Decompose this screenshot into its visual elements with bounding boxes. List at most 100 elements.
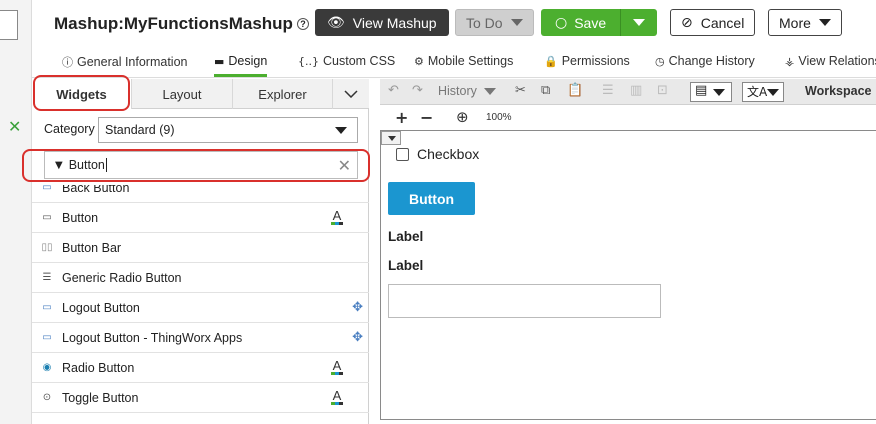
info-icon: ⓘ — [62, 56, 73, 69]
radio-icon: ◉ — [42, 362, 52, 373]
layout-view-dropdown[interactable]: ▤ — [690, 82, 732, 102]
distribute-horizontal-icon[interactable]: ▥ — [630, 83, 642, 98]
checkbox-icon — [396, 147, 409, 161]
list-item[interactable]: ▭ Logout Button - ThingWorx Apps ✥ — [32, 323, 369, 353]
collapsed-panel-stub[interactable] — [0, 10, 18, 40]
button-icon: ▭ — [42, 185, 52, 193]
title-prefix: Mashup: — [54, 14, 124, 33]
distribute-vertical-icon[interactable]: ☰ — [602, 83, 614, 98]
canvas-text-field[interactable] — [388, 284, 661, 318]
list-item[interactable]: ▭ Logout Button ✥ — [32, 293, 369, 323]
list-item[interactable]: ▭ Button A — [32, 203, 369, 233]
paste-icon[interactable]: 📋 — [567, 83, 583, 98]
tab-view-relations[interactable]: ⚶ View Relations — [785, 54, 876, 68]
canvas-label-1[interactable]: Label — [388, 229, 423, 244]
center-icon[interactable]: ⊡ — [657, 83, 668, 98]
localizable-icon: A — [331, 358, 343, 375]
eye-icon: 👁 — [327, 14, 345, 31]
help-circle-icon[interactable]: ? — [296, 18, 309, 30]
button-icon: ▭ — [42, 302, 52, 313]
category-label: Category — [44, 122, 95, 136]
list-icon: ☰ — [42, 272, 52, 283]
title-bar: Mashup: MyFunctionsMashup ? 👁 View Mashup… — [32, 0, 876, 46]
cut-icon[interactable]: ✂ — [515, 83, 526, 98]
design-toolbar: ↶ ↷ History ✂ ⧉ 📋 ☰ ▥ ⊡ ▤ 文A Workspace — [380, 79, 876, 105]
chevron-down-icon — [335, 127, 347, 134]
tab-permissions[interactable]: 🔒 Permissions — [544, 54, 630, 68]
translate-icon: 文A — [747, 85, 768, 99]
chevron-down-icon — [510, 19, 523, 26]
widget-list: ▭ Back Button ▭ Button A ▯▯ Button Bar ☰… — [32, 185, 369, 424]
tab-change-history[interactable]: ◷ Change History — [655, 54, 755, 68]
tab-general-information[interactable]: ⓘ General Information — [62, 54, 187, 70]
cursor-button-icon: ▭ — [42, 212, 52, 223]
category-select[interactable]: Standard (9) — [98, 117, 358, 143]
history-dropdown[interactable]: History — [438, 84, 497, 98]
tab-explorer[interactable]: Explorer — [233, 79, 333, 109]
left-gutter: ✕ — [0, 0, 32, 424]
mashup-name: MyFunctionsMashup — [123, 14, 293, 33]
relations-icon: ⚶ — [785, 54, 795, 68]
todo-dropdown[interactable]: To Do — [455, 9, 534, 36]
zoom-out-icon[interactable]: − — [420, 108, 433, 127]
redo-icon[interactable]: ↷ — [412, 83, 423, 98]
circle-icon: ○ — [555, 14, 568, 31]
panel-collapse-chevron-icon[interactable] — [333, 79, 369, 109]
tab-layout[interactable]: Layout — [132, 79, 233, 109]
highlight-filter — [22, 149, 370, 182]
canvas-checkbox[interactable]: Checkbox — [396, 146, 479, 162]
gear-icon: ⚙ — [414, 54, 424, 68]
localizable-icon: A — [331, 208, 343, 225]
mashup-canvas[interactable]: Checkbox Button Label Label — [380, 130, 876, 420]
cancel-circle-icon: ⊘ — [681, 14, 693, 31]
undo-icon[interactable]: ↶ — [388, 83, 399, 98]
canvas-button[interactable]: Button — [388, 182, 475, 215]
cancel-label: Cancel — [700, 14, 745, 31]
zoom-in-icon[interactable]: + — [395, 108, 408, 127]
chevron-down-icon — [818, 19, 831, 26]
more-dropdown[interactable]: More — [768, 9, 842, 36]
list-item[interactable]: ☰ Generic Radio Button — [32, 263, 369, 293]
copy-icon[interactable]: ⧉ — [541, 83, 550, 98]
widgets-panel: Widgets Layout Explorer Category Standar… — [22, 75, 370, 424]
save-dropdown-chevron-icon[interactable] — [621, 19, 657, 26]
tab-design[interactable]: ▬ Design — [214, 54, 268, 77]
list-item[interactable]: ⊙ Toggle Button A — [32, 383, 369, 413]
language-dropdown[interactable]: 文A — [742, 82, 784, 102]
close-icon[interactable]: ✕ — [8, 117, 21, 136]
responsive-move-icon: ✥ — [352, 300, 363, 315]
zoom-level: 100% — [486, 112, 512, 123]
category-value: Standard (9) — [105, 123, 175, 137]
toggle-icon: ⊙ — [42, 392, 52, 403]
save-label: Save — [574, 14, 607, 31]
page-title: Mashup: MyFunctionsMashup ? — [54, 14, 309, 34]
chevron-down-icon — [484, 88, 497, 95]
highlight-widgets-tab — [33, 75, 130, 111]
todo-label: To Do — [466, 14, 503, 31]
lock-icon: 🔒 — [544, 54, 558, 68]
canvas-menu-chevron-icon[interactable] — [381, 131, 401, 145]
clock-icon: ◷ — [655, 54, 665, 68]
view-mashup-label: View Mashup — [352, 14, 437, 31]
button-icon: ▭ — [42, 332, 52, 343]
zoom-toolbar: + − ⊕ 100% — [380, 106, 876, 130]
button-bar-icon: ▯▯ — [41, 242, 53, 253]
more-label: More — [779, 14, 811, 31]
list-item[interactable]: ▯▯ Button Bar — [32, 233, 369, 263]
layout-view-icon: ▤ — [695, 83, 708, 98]
workspace-label: Workspace — [805, 84, 872, 98]
checkbox-label: Checkbox — [417, 146, 480, 162]
tab-mobile-settings[interactable]: ⚙ Mobile Settings — [414, 54, 513, 68]
canvas-label-2[interactable]: Label — [388, 258, 423, 273]
chevron-down-icon — [767, 89, 779, 96]
tab-custom-css[interactable]: {..} Custom CSS — [298, 54, 395, 68]
layout-icon: ▬ — [214, 54, 225, 68]
view-mashup-button[interactable]: 👁 View Mashup — [315, 9, 449, 36]
cancel-button[interactable]: ⊘ Cancel — [670, 9, 756, 36]
list-item[interactable]: ▭ Back Button — [32, 185, 369, 203]
zoom-fit-icon[interactable]: ⊕ — [456, 108, 469, 126]
save-button[interactable]: ○ Save — [541, 9, 658, 36]
localizable-icon: A — [331, 388, 343, 405]
list-item[interactable]: ◉ Radio Button A — [32, 353, 369, 383]
editor-tabs: ⓘ General Information ▬ Design {..} Custom … — [32, 46, 876, 78]
